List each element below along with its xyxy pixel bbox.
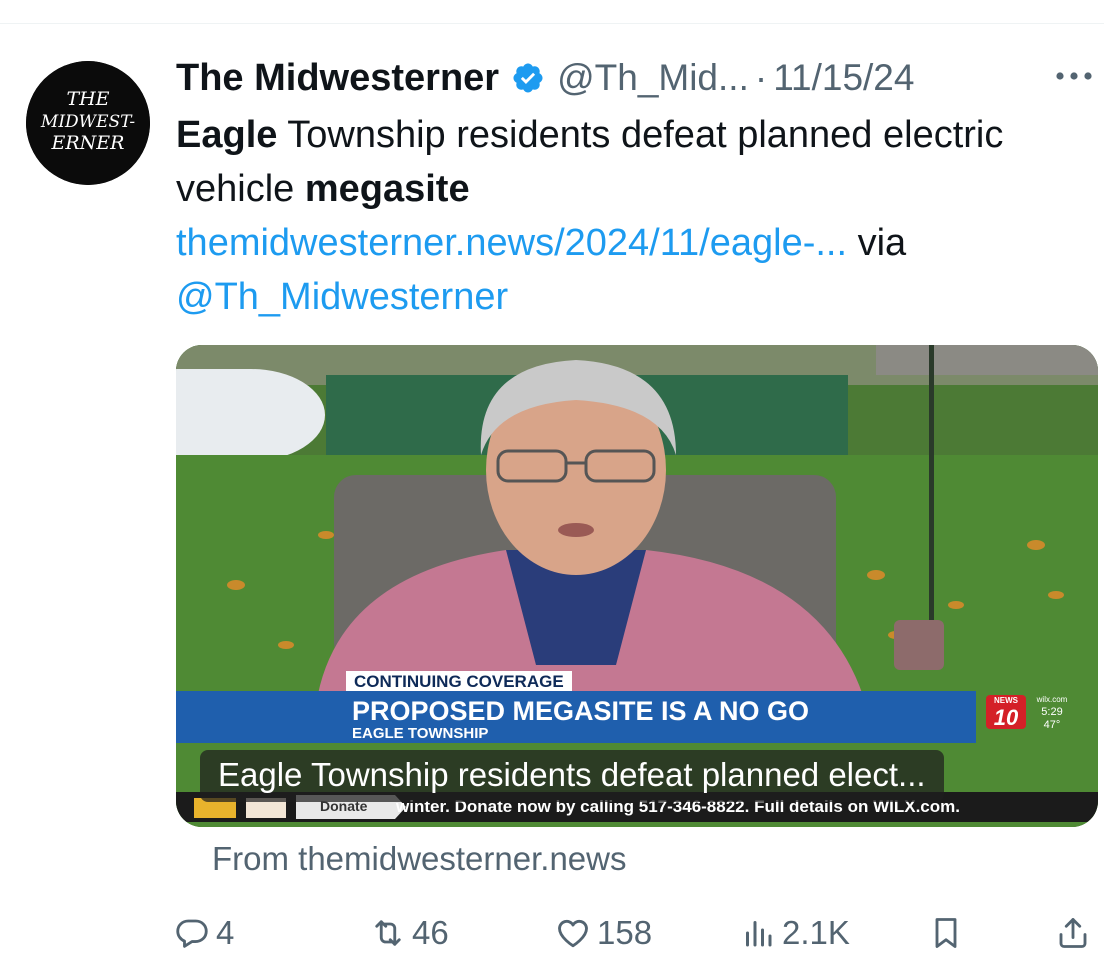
tweet-bold-word: megasite <box>304 168 470 210</box>
verified-badge-icon[interactable] <box>511 61 545 95</box>
card-caption[interactable]: Eagle Township residents defeat planned … <box>200 750 944 802</box>
link-card-media[interactable]: CONTINUING COVERAGE PROPOSED MEGASITE IS… <box>176 345 1098 827</box>
tweet-body: Eagle Township residents defeat planned … <box>176 108 1076 324</box>
bookmark-icon <box>935 918 957 948</box>
share-icon <box>1059 918 1087 948</box>
tweet-bold-word: Eagle <box>176 114 278 156</box>
author-handle[interactable]: @Th_Mid... <box>557 57 749 99</box>
heart-icon <box>558 919 588 948</box>
tweet-action-bar: 4 46 158 2.1K <box>0 905 1104 961</box>
reply-count: 4 <box>216 914 235 951</box>
svg-text:NEWS: NEWS <box>994 696 1019 705</box>
like-count: 158 <box>597 914 653 951</box>
more-options-icon[interactable] <box>1052 60 1096 92</box>
coverage-tag: CONTINUING COVERAGE <box>346 671 572 693</box>
author-name[interactable]: The Midwesterner <box>176 57 499 100</box>
repost-count: 46 <box>412 914 449 951</box>
repost-button[interactable]: 46 <box>370 905 449 961</box>
mention-link[interactable]: @Th_Midwesterner <box>176 276 508 318</box>
tweet-header: The Midwesterner @Th_Mid... · 11/15/24 <box>176 52 914 104</box>
reply-button[interactable]: 4 <box>174 905 234 961</box>
tweet-date[interactable]: 11/15/24 <box>773 57 914 99</box>
weather-readout: wilx.com 5:29 47° <box>1032 693 1072 732</box>
reply-icon <box>176 919 208 948</box>
views-chart-icon <box>746 921 772 947</box>
svg-text:MIDWEST-: MIDWEST- <box>40 112 135 132</box>
views-button[interactable]: 2.1K <box>740 905 850 961</box>
repost-icon <box>375 920 401 946</box>
news10-logo: NEWS 10 <box>986 695 1026 730</box>
separator-dot: · <box>754 57 768 98</box>
view-count: 2.1K <box>782 914 850 951</box>
weather-brand: wilx.com <box>1036 695 1068 704</box>
svg-text:10: 10 <box>994 705 1019 730</box>
top-divider <box>0 23 1104 24</box>
via-text: via <box>847 222 907 264</box>
headline-banner: PROPOSED MEGASITE IS A NO GO EAGLE TOWNS… <box>176 691 976 743</box>
weather-temp: 47° <box>1043 719 1061 731</box>
tweet-text-segment: Township residents defeat planned electr… <box>176 114 1004 210</box>
article-link[interactable]: themidwesterner.news/2024/11/eagle-... <box>176 222 847 264</box>
banner-location: EAGLE TOWNSHIP <box>352 725 489 742</box>
weather-time: 5:29 <box>1041 706 1063 718</box>
banner-headline: PROPOSED MEGASITE IS A NO GO <box>352 696 810 726</box>
card-source-domain[interactable]: From themidwesterner.news <box>212 840 626 878</box>
midwesterner-logo: THE MIDWEST- ERNER <box>26 61 150 185</box>
bookmark-button[interactable] <box>928 905 970 961</box>
share-button[interactable] <box>1055 905 1097 961</box>
svg-text:THE: THE <box>66 88 109 110</box>
svg-text:ERNER: ERNER <box>51 132 125 154</box>
author-avatar[interactable]: THE MIDWEST- ERNER <box>26 61 150 185</box>
like-button[interactable]: 158 <box>555 905 652 961</box>
